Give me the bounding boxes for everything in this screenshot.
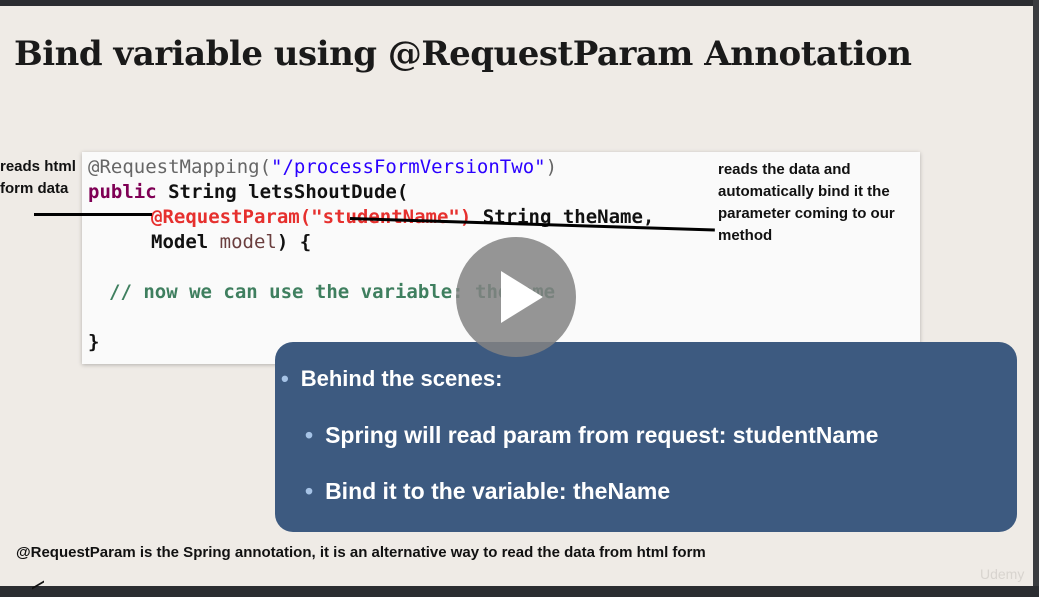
code-paren: ) <box>459 206 472 228</box>
slide-title: Bind variable using @RequestParam Annota… <box>14 34 912 74</box>
behind-scenes-heading-text: Behind the scenes: <box>300 366 503 391</box>
behind-scenes-item-text: Bind it to the variable: theName <box>325 478 671 504</box>
bullet-icon: • <box>281 366 289 391</box>
code-method-signature: String letsShoutDude( <box>156 181 409 203</box>
play-button[interactable] <box>456 237 576 357</box>
left-annotation-line: reads html <box>0 158 76 175</box>
window-edge <box>1033 0 1039 586</box>
behind-scenes-item: • Spring will read param from request: st… <box>305 422 878 449</box>
behind-scenes-item: • Bind it to the variable: theName <box>305 478 670 505</box>
cursor-icon <box>32 580 44 597</box>
bottom-note: @RequestParam is the Spring annotation, … <box>16 544 706 561</box>
code-requestparam: @RequestParam( <box>151 206 312 228</box>
left-annotation: reads html form data <box>0 156 76 200</box>
code-paren: ) <box>545 156 558 178</box>
code-model-var: model <box>219 231 277 253</box>
right-annotation-line: automatically bind it the <box>718 183 890 200</box>
code-line-2: public String letsShoutDude( <box>88 180 408 205</box>
bullet-icon: • <box>305 422 314 448</box>
code-param-string: "studentName" <box>311 206 460 228</box>
code-line-4: Model model) { <box>151 230 311 255</box>
code-brace: ) { <box>276 231 312 253</box>
behind-scenes-heading: • Behind the scenes: <box>281 366 502 392</box>
code-model-type: Model <box>151 231 220 253</box>
behind-scenes-box: • Behind the scenes: • Spring will read pa… <box>275 342 1017 532</box>
code-line-1: @RequestMapping("/processFormVersionTwo"… <box>88 155 557 180</box>
code-keyword: public <box>88 181 157 203</box>
code-path-string: "/processFormVersionTwo" <box>271 156 546 178</box>
code-line-6: } <box>88 330 99 355</box>
left-pointer-line <box>34 213 152 216</box>
play-icon <box>501 271 543 323</box>
bullet-icon: • <box>305 478 314 504</box>
code-annotation: @RequestMapping( <box>88 156 272 178</box>
right-annotation: reads the data and automatically bind it… <box>718 159 895 247</box>
right-annotation-line: method <box>718 227 773 244</box>
left-annotation-line: form data <box>0 180 69 197</box>
right-annotation-line: reads the data and <box>718 161 851 178</box>
behind-scenes-item-text: Spring will read param from request: stu… <box>325 422 879 448</box>
right-annotation-line: parameter coming to our <box>718 205 895 222</box>
code-close-brace: } <box>88 331 100 353</box>
watermark: Udemy <box>980 566 1025 582</box>
